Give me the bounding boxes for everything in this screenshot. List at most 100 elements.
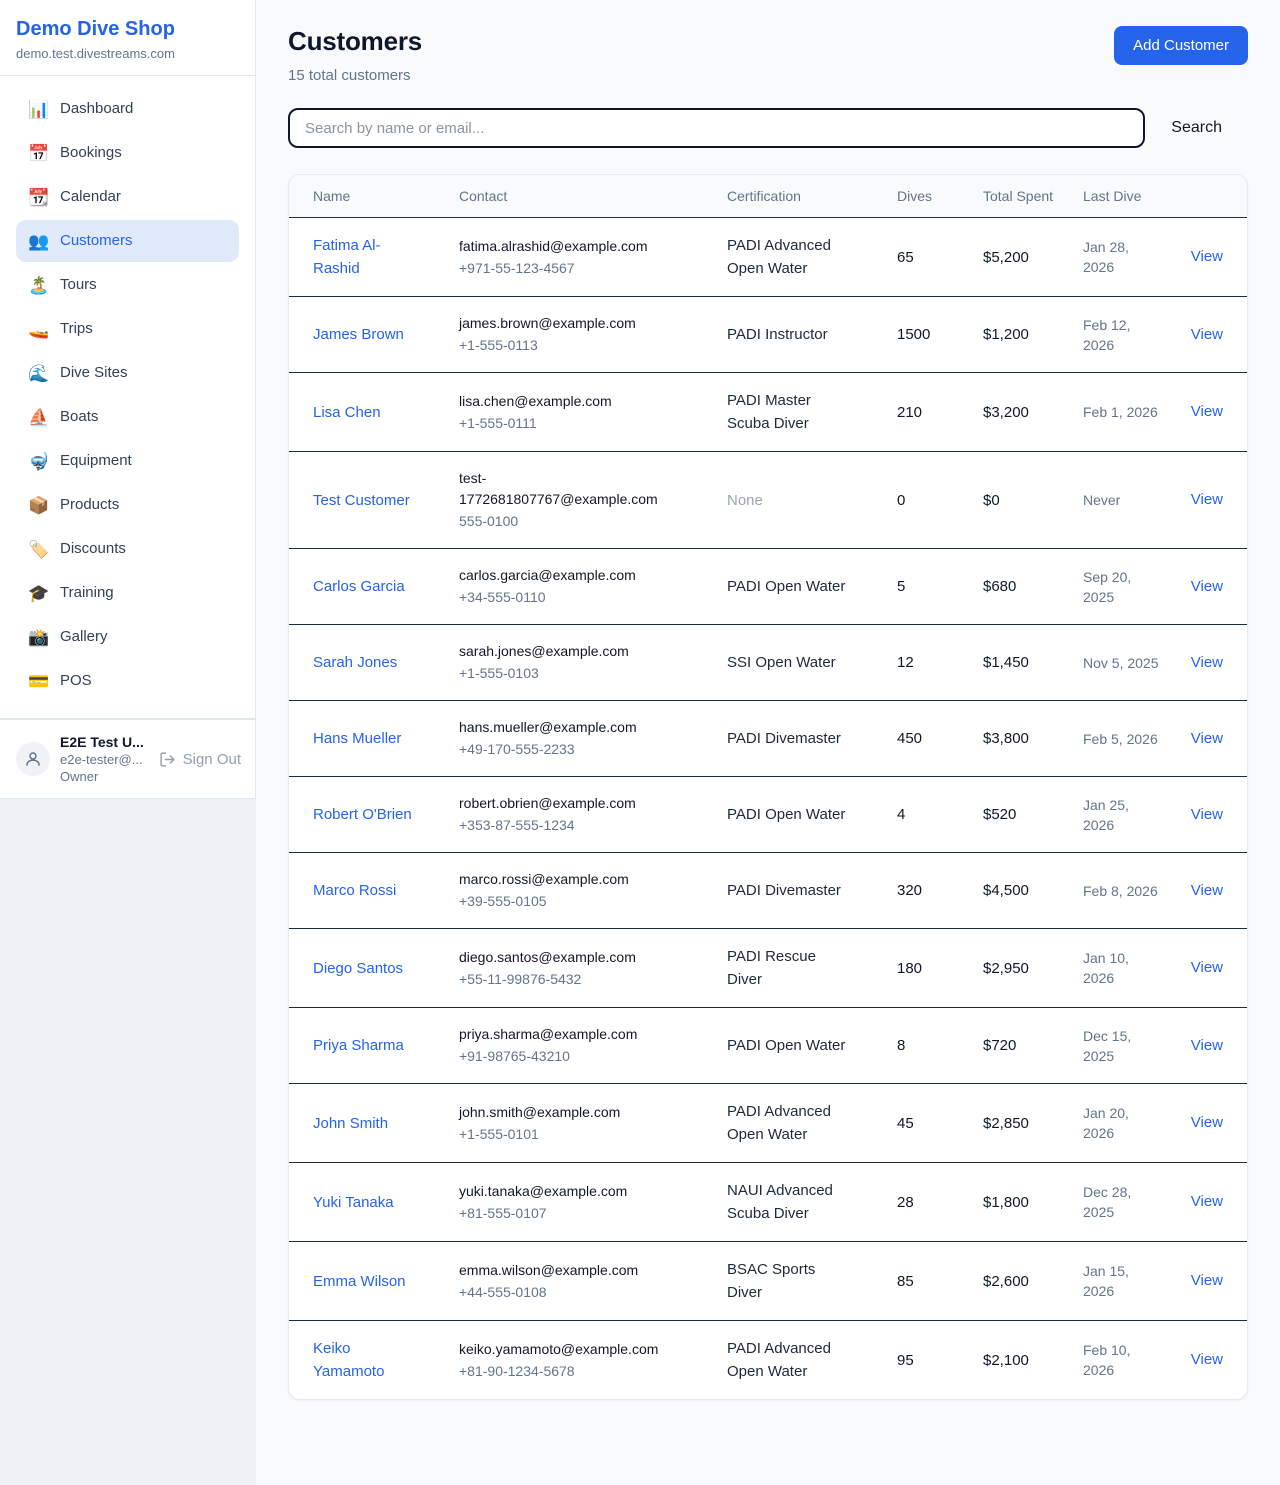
customer-phone: +971-55-123-4567	[459, 258, 677, 279]
dives-cell: 0	[897, 492, 983, 509]
table-row: James Brown james.brown@example.com +1-5…	[289, 297, 1247, 373]
certification-cell: SSI Open Water	[727, 651, 897, 674]
view-link[interactable]: View	[1191, 730, 1223, 747]
last-dive-cell: Dec 15, 2025	[1083, 1026, 1187, 1066]
contact-cell: robert.obrien@example.com +353-87-555-12…	[459, 793, 727, 836]
customer-phone: +81-555-0107	[459, 1203, 677, 1224]
view-link[interactable]: View	[1191, 248, 1223, 265]
certification-cell: PADI Instructor	[727, 323, 897, 346]
island-icon: 🏝️	[28, 277, 48, 294]
tag-icon: 🏷️	[28, 541, 48, 558]
table-row: Diego Santos diego.santos@example.com +5…	[289, 929, 1247, 1008]
customer-email: john.smith@example.com	[459, 1102, 677, 1123]
view-link[interactable]: View	[1191, 1351, 1223, 1368]
customer-name-link[interactable]: Test Customer	[313, 492, 410, 509]
sidebar-item-discounts[interactable]: 🏷️ Discounts	[16, 528, 239, 570]
sidebar-item-pos[interactable]: 💳 POS	[16, 660, 239, 702]
contact-cell: sarah.jones@example.com +1-555-0103	[459, 641, 727, 684]
sidebar-item-label: Customers	[60, 230, 133, 252]
customer-phone: +44-555-0108	[459, 1282, 677, 1303]
sidebar-item-calendar[interactable]: 📆 Calendar	[16, 176, 239, 218]
search-button[interactable]: Search	[1171, 115, 1248, 141]
sign-out-button[interactable]: Sign Out	[159, 751, 241, 768]
view-link[interactable]: View	[1191, 403, 1223, 420]
customer-phone: +49-170-555-2233	[459, 739, 677, 760]
brand-title[interactable]: Demo Dive Shop	[16, 18, 239, 41]
sidebar-item-tours[interactable]: 🏝️ Tours	[16, 264, 239, 306]
view-link[interactable]: View	[1191, 491, 1223, 508]
sidebar-item-dive-sites[interactable]: 🌊 Dive Sites	[16, 352, 239, 394]
customer-name-link[interactable]: Fatima Al-Rashid	[313, 237, 381, 277]
customer-name-link[interactable]: Emma Wilson	[313, 1273, 406, 1290]
certification-cell: PADI Open Water	[727, 1034, 897, 1057]
page-header: Customers 15 total customers Add Custome…	[288, 26, 1248, 84]
sidebar-item-training[interactable]: 🎓 Training	[16, 572, 239, 614]
view-link[interactable]: View	[1191, 1037, 1223, 1054]
view-link[interactable]: View	[1191, 326, 1223, 343]
table-row: Sarah Jones sarah.jones@example.com +1-5…	[289, 625, 1247, 701]
view-link[interactable]: View	[1191, 806, 1223, 823]
customer-name-link[interactable]: John Smith	[313, 1115, 388, 1132]
last-dive-cell: Feb 1, 2026	[1083, 402, 1187, 422]
column-header: Total Spent	[983, 186, 1083, 206]
add-customer-button[interactable]: Add Customer	[1114, 26, 1248, 65]
view-link[interactable]: View	[1191, 882, 1223, 899]
dives-cell: 28	[897, 1194, 983, 1211]
last-dive-cell: Jan 25, 2026	[1083, 795, 1187, 835]
total-spent-cell: $5,200	[983, 249, 1083, 266]
contact-cell: hans.mueller@example.com +49-170-555-223…	[459, 717, 727, 760]
column-header: Certification	[727, 186, 897, 206]
contact-cell: emma.wilson@example.com +44-555-0108	[459, 1260, 727, 1303]
customer-name-link[interactable]: Keiko Yamamoto	[313, 1340, 384, 1380]
customer-name-link[interactable]: Hans Mueller	[313, 730, 401, 747]
certification-cell: PADI Advanced Open Water	[727, 1100, 897, 1146]
sidebar-item-dashboard[interactable]: 📊 Dashboard	[16, 88, 239, 130]
view-link[interactable]: View	[1191, 959, 1223, 976]
dives-cell: 85	[897, 1273, 983, 1290]
customer-name-link[interactable]: Robert O'Brien	[313, 806, 412, 823]
sidebar-item-label: Discounts	[60, 538, 126, 560]
customer-name-link[interactable]: Lisa Chen	[313, 404, 381, 421]
dives-cell: 45	[897, 1115, 983, 1132]
view-link[interactable]: View	[1191, 654, 1223, 671]
certification-cell: PADI Rescue Diver	[727, 945, 897, 991]
customer-name-link[interactable]: Sarah Jones	[313, 654, 397, 671]
customer-name-link[interactable]: Carlos Garcia	[313, 578, 405, 595]
customer-phone: +1-555-0111	[459, 413, 677, 434]
table-row: Priya Sharma priya.sharma@example.com +9…	[289, 1008, 1247, 1084]
search-input[interactable]	[288, 108, 1145, 148]
customer-name-link[interactable]: James Brown	[313, 326, 404, 343]
customer-email: fatima.alrashid@example.com	[459, 236, 677, 257]
view-link[interactable]: View	[1191, 1272, 1223, 1289]
sidebar-item-boats[interactable]: ⛵ Boats	[16, 396, 239, 438]
sidebar-item-gallery[interactable]: 📸 Gallery	[16, 616, 239, 658]
sidebar-item-equipment[interactable]: 🤿 Equipment	[16, 440, 239, 482]
customer-name-link[interactable]: Diego Santos	[313, 960, 403, 977]
sidebar-item-bookings[interactable]: 📅 Bookings	[16, 132, 239, 174]
contact-cell: keiko.yamamoto@example.com +81-90-1234-5…	[459, 1339, 727, 1382]
contact-cell: marco.rossi@example.com +39-555-0105	[459, 869, 727, 912]
sidebar-item-products[interactable]: 📦 Products	[16, 484, 239, 526]
customer-count: 15 total customers	[288, 67, 422, 84]
certification-cell: PADI Advanced Open Water	[727, 1337, 897, 1383]
sidebar-item-trips[interactable]: 🚤 Trips	[16, 308, 239, 350]
view-link[interactable]: View	[1191, 1114, 1223, 1131]
customer-name-link[interactable]: Marco Rossi	[313, 882, 396, 899]
sign-out-label: Sign Out	[183, 751, 241, 768]
total-spent-cell: $2,600	[983, 1273, 1083, 1290]
tear-off-calendar-icon: 📆	[28, 189, 48, 206]
contact-cell: diego.santos@example.com +55-11-99876-54…	[459, 947, 727, 990]
customer-email: keiko.yamamoto@example.com	[459, 1339, 677, 1360]
view-link[interactable]: View	[1191, 1193, 1223, 1210]
view-link[interactable]: View	[1191, 578, 1223, 595]
contact-cell: test-1772681807767@example.com 555-0100	[459, 468, 727, 532]
table-body: Fatima Al-Rashid fatima.alrashid@example…	[289, 218, 1247, 1399]
sidebar-item-label: Products	[60, 494, 119, 516]
total-spent-cell: $2,100	[983, 1352, 1083, 1369]
sidebar-item-customers[interactable]: 👥 Customers	[16, 220, 239, 262]
customer-name-link[interactable]: Yuki Tanaka	[313, 1194, 394, 1211]
sidebar-item-label: Dashboard	[60, 98, 133, 120]
customer-email: sarah.jones@example.com	[459, 641, 677, 662]
customer-name-link[interactable]: Priya Sharma	[313, 1037, 404, 1054]
certification-cell: PADI Divemaster	[727, 727, 897, 750]
